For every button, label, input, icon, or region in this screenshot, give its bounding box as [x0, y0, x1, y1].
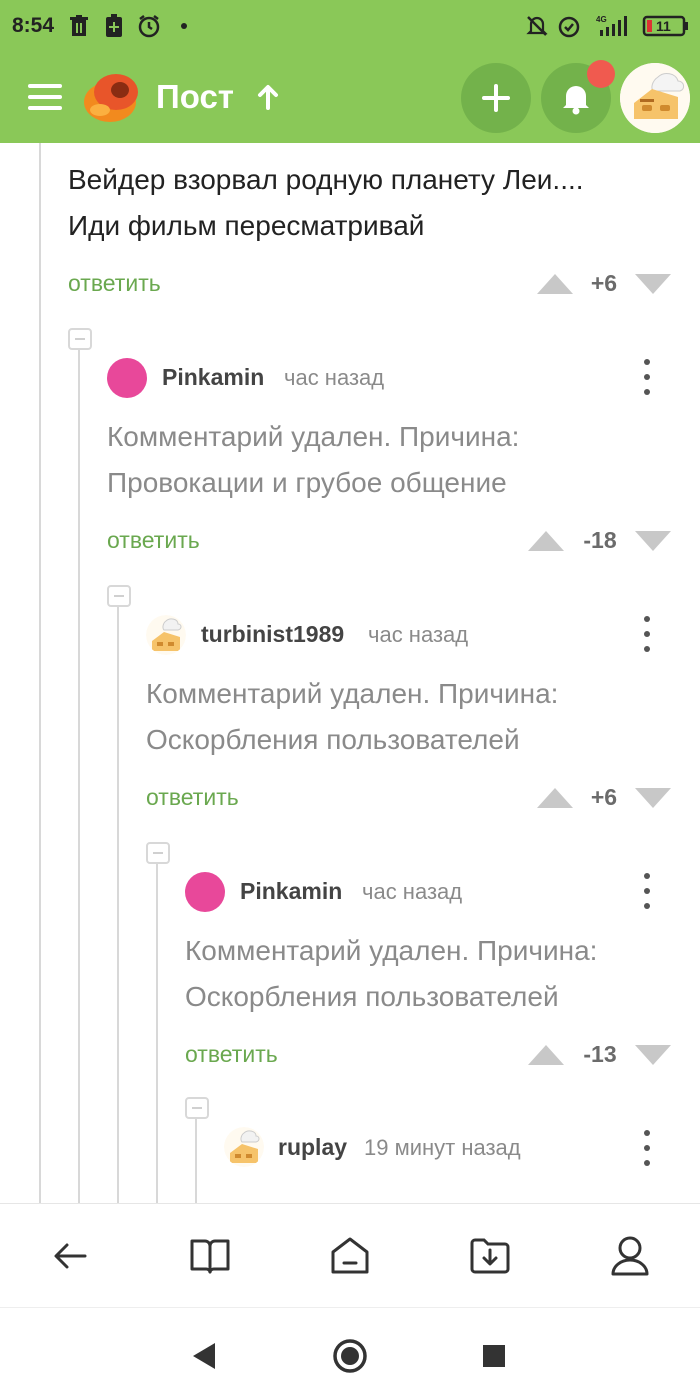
profile-icon[interactable] — [606, 1232, 654, 1280]
avatar[interactable] — [224, 1127, 264, 1167]
comment-line: Иди фильм пересматривай — [68, 210, 425, 241]
comment-body: Вейдер взорвал родную планету Леи.... Ид… — [68, 157, 584, 249]
timestamp: час назад — [368, 622, 469, 647]
back-icon[interactable] — [46, 1232, 94, 1280]
bell-icon — [563, 86, 589, 115]
reply-link[interactable]: ответить — [68, 270, 161, 297]
trash-icon — [68, 14, 90, 38]
comment-rating: -18 — [583, 527, 617, 553]
vote-down-icon[interactable] — [635, 788, 671, 808]
vote-down-icon[interactable] — [635, 531, 671, 551]
book-icon[interactable] — [186, 1232, 234, 1280]
username[interactable]: turbinist1989 — [201, 621, 344, 648]
home-circle-icon[interactable] — [332, 1338, 368, 1374]
alarm-icon — [137, 14, 161, 38]
feed-icon[interactable] — [326, 1232, 374, 1280]
thread-line — [78, 350, 80, 1203]
comment-body: Комментарий удален. Причина: Оскорбления… — [185, 928, 597, 1020]
add-post-button[interactable] — [461, 63, 531, 133]
comment-rating: -13 — [583, 1041, 617, 1067]
comment-line: Вейдер взорвал родную планету Леи.... — [68, 164, 584, 195]
more-options-icon[interactable] — [637, 616, 657, 652]
notification-badge — [587, 60, 615, 88]
comment-line: Провокации и грубое общение — [107, 467, 507, 498]
vote-up-icon[interactable] — [528, 531, 564, 551]
bottom-navigation — [0, 1203, 700, 1307]
collapse-thread-button[interactable] — [185, 1097, 209, 1119]
thread-line — [195, 1119, 197, 1203]
battery-level: 11 — [656, 18, 671, 34]
status-bar: 8:54 4G 11 — [0, 0, 700, 54]
thread-line — [117, 607, 119, 1203]
menu-icon[interactable] — [28, 84, 62, 110]
username[interactable]: Pinkamin — [240, 878, 342, 905]
dot-icon — [180, 14, 188, 38]
comment-rating: +6 — [590, 270, 618, 296]
system-navigation — [0, 1307, 700, 1400]
more-options-icon[interactable] — [637, 873, 657, 909]
comment-line: Комментарий удален. Причина: — [185, 935, 598, 966]
collapse-thread-button[interactable] — [107, 585, 131, 607]
vote-up-icon[interactable] — [537, 274, 573, 294]
avatar[interactable] — [185, 872, 225, 912]
status-time: 8:54 — [12, 14, 55, 37]
collapse-thread-button[interactable] — [68, 328, 92, 350]
timestamp: час назад — [284, 365, 385, 390]
comment-line: Оскорбления пользователей — [185, 981, 559, 1012]
timestamp: 19 минут назад — [364, 1135, 521, 1160]
saved-icon[interactable] — [466, 1232, 514, 1280]
avatar[interactable] — [107, 358, 147, 398]
comment-body: Комментарий удален. Причина: Провокации … — [107, 414, 519, 506]
reply-link[interactable]: ответить — [107, 527, 200, 554]
vote-down-icon[interactable] — [635, 274, 671, 294]
vote-up-icon[interactable] — [528, 1045, 564, 1065]
avatar[interactable] — [146, 615, 186, 655]
more-options-icon[interactable] — [637, 359, 657, 395]
plus-icon — [482, 84, 510, 112]
username[interactable]: ruplay — [278, 1134, 347, 1161]
comments-thread: Вейдер взорвал родную планету Леи.... Ид… — [0, 143, 700, 1203]
user-avatar[interactable] — [620, 63, 690, 133]
collapse-thread-button[interactable] — [146, 842, 170, 864]
svg-text:4G: 4G — [596, 15, 607, 24]
vote-down-icon[interactable] — [635, 1045, 671, 1065]
mute-icon — [525, 14, 549, 38]
username[interactable]: Pinkamin — [162, 364, 264, 391]
recents-square-icon[interactable] — [476, 1338, 512, 1374]
more-options-icon[interactable] — [637, 1130, 657, 1166]
arrow-up-icon[interactable] — [256, 82, 280, 112]
reply-link[interactable]: ответить — [146, 784, 239, 811]
pikabu-logo[interactable] — [82, 70, 140, 124]
reply-link[interactable]: ответить — [185, 1041, 278, 1068]
page-title: Пост — [156, 78, 234, 115]
comment-line: Оскорбления пользователей — [146, 724, 520, 755]
comment-line: Комментарий удален. Причина: — [107, 421, 520, 452]
thread-line — [39, 143, 41, 1203]
signal-icon: 4G — [594, 14, 634, 38]
vote-up-icon[interactable] — [537, 788, 573, 808]
back-triangle-icon[interactable] — [185, 1338, 221, 1374]
alarm-status-icon — [557, 14, 581, 38]
thread-line — [156, 864, 158, 1203]
comment-line: Комментарий удален. Причина: — [146, 678, 559, 709]
timestamp: час назад — [362, 879, 463, 904]
battery-plus-icon — [103, 14, 125, 38]
comment-rating: +6 — [590, 784, 618, 810]
comment-body: Комментарий удален. Причина: Оскорбления… — [146, 671, 558, 763]
